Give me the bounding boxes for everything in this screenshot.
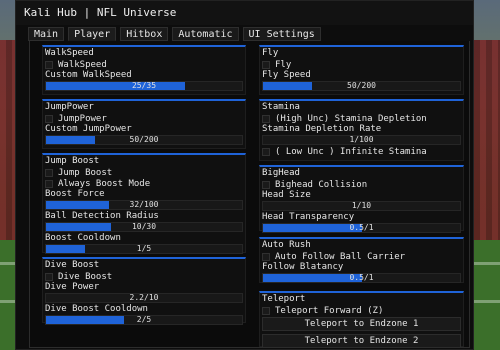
boost-cooldown-slider[interactable]: 1/5 (45, 244, 243, 254)
slider-value: 1/5 (136, 244, 152, 253)
dive-boost-cooldown-slider[interactable]: 2/5 (45, 315, 243, 325)
teleport-endzone-2-button[interactable]: Teleport to Endzone 2 (262, 334, 461, 348)
slider-label: Custom JumpPower (45, 124, 132, 134)
checkbox[interactable] (262, 180, 270, 189)
toggle-label: JumpPower (58, 113, 107, 124)
toggle-label: Teleport Forward (Z) (275, 305, 384, 316)
slider-value: 25/35 (131, 81, 157, 90)
checkbox[interactable] (45, 60, 53, 69)
ball-detection-radius-slider[interactable]: 10/30 (45, 222, 243, 232)
section-dive-boost: Dive Boost Dive Boost Dive Power 2.2/10 … (42, 257, 246, 325)
toggle-label: ( Low Unc ) Infinite Stamina (275, 146, 427, 157)
section-title: Jump Boost (45, 156, 100, 166)
walkspeed-toggle[interactable]: WalkSpeed (43, 59, 245, 70)
section-bighead: BigHead Bighead Collision Head Size 1/10… (259, 165, 464, 233)
checkbox[interactable] (262, 306, 270, 315)
slider-value: 50/200 (347, 81, 376, 90)
slider-label: Head Size (262, 190, 311, 200)
auto-follow-toggle[interactable]: Auto Follow Ball Carrier (260, 251, 463, 262)
slider-value: 2/5 (136, 315, 152, 324)
checkbox[interactable] (262, 147, 270, 156)
fly-toggle[interactable]: Fly (260, 59, 463, 70)
infinite-stamina-toggle[interactable]: ( Low Unc ) Infinite Stamina (260, 146, 463, 157)
always-boost-toggle[interactable]: Always Boost Mode (43, 178, 245, 189)
stamina-depletion-toggle[interactable]: (High Unc) Stamina Depletion (260, 113, 463, 124)
slider-value: 0.5/1 (349, 223, 374, 232)
toggle-label: Auto Follow Ball Carrier (275, 251, 406, 262)
slider-label: Stamina Depletion Rate (262, 124, 382, 134)
checkbox[interactable] (45, 114, 53, 123)
section-title: Fly (262, 48, 279, 58)
fly-speed-slider[interactable]: 50/200 (262, 81, 461, 91)
slider-value: 0.5/1 (349, 273, 374, 282)
tab-ui-settings[interactable]: UI Settings (242, 27, 321, 41)
slider-label: Boost Cooldown (45, 233, 121, 243)
section-title: JumpPower (45, 102, 94, 112)
toggle-label: Bighead Collision (275, 179, 368, 190)
bighead-collision-toggle[interactable]: Bighead Collision (260, 179, 463, 190)
slider-label: Custom WalkSpeed (45, 70, 132, 80)
slider-label: Head Transparency (262, 212, 355, 222)
jumppower-toggle[interactable]: JumpPower (43, 113, 245, 124)
checkbox[interactable] (262, 114, 270, 123)
head-size-slider[interactable]: 1/10 (262, 201, 461, 211)
slider-value: 10/30 (131, 222, 157, 231)
section-title: Stamina (262, 102, 300, 112)
tab-hitbox[interactable]: Hitbox (120, 27, 169, 41)
checkbox[interactable] (45, 272, 53, 281)
slider-value: 32/100 (129, 200, 159, 209)
toggle-label: WalkSpeed (58, 59, 107, 70)
follow-blatancy-slider[interactable]: 0.5/1 (262, 273, 461, 283)
section-fly: Fly Fly Fly Speed 50/200 (259, 45, 464, 95)
checkbox[interactable] (45, 168, 53, 177)
section-title: Dive Boost (45, 260, 100, 270)
tab-content: WalkSpeed WalkSpeed Custom WalkSpeed 25/… (29, 41, 470, 348)
slider-value: 1/100 (349, 135, 374, 144)
head-transparency-slider[interactable]: 0.5/1 (262, 223, 461, 233)
toggle-label: (High Unc) Stamina Depletion (275, 113, 427, 124)
tab-bar: Main Player Hitbox Automatic UI Settings (28, 27, 321, 41)
jump-boost-toggle[interactable]: Jump Boost (43, 167, 245, 178)
checkbox[interactable] (45, 179, 53, 188)
slider-label: Dive Power (45, 282, 100, 292)
checkbox[interactable] (262, 60, 270, 69)
slider-label: Fly Speed (262, 70, 311, 80)
section-jumppower: JumpPower JumpPower Custom JumpPower 50/… (42, 99, 246, 149)
custom-jumppower-slider[interactable]: 50/200 (45, 135, 243, 145)
boost-force-slider[interactable]: 32/100 (45, 200, 243, 210)
tab-player[interactable]: Player (68, 27, 117, 41)
checkbox[interactable] (262, 252, 270, 261)
section-teleport: Teleport Teleport Forward (Z) Teleport t… (259, 291, 464, 348)
section-stamina: Stamina (High Unc) Stamina Depletion Sta… (259, 99, 464, 161)
hub-window: Kali Hub | NFL Universe Main Player Hitb… (15, 0, 474, 350)
section-title: BigHead (262, 168, 300, 178)
slider-label: Ball Detection Radius (45, 211, 159, 221)
slider-label: Follow Blatancy (262, 262, 344, 272)
window-title[interactable]: Kali Hub | NFL Universe (16, 1, 473, 25)
toggle-label: Fly (275, 59, 292, 70)
slider-value: 1/10 (351, 201, 372, 210)
toggle-label: Dive Boost (58, 271, 113, 282)
slider-value: 50/200 (129, 135, 159, 144)
toggle-label: Jump Boost (58, 167, 113, 178)
section-jump-boost: Jump Boost Jump Boost Always Boost Mode … (42, 153, 246, 254)
section-title: Auto Rush (262, 240, 311, 250)
section-walkspeed: WalkSpeed WalkSpeed Custom WalkSpeed 25/… (42, 45, 246, 95)
section-title: WalkSpeed (45, 48, 94, 58)
slider-value: 2.2/10 (129, 293, 159, 302)
tab-automatic[interactable]: Automatic (172, 27, 239, 41)
dive-boost-toggle[interactable]: Dive Boost (43, 271, 245, 282)
stamina-depletion-rate-slider[interactable]: 1/100 (262, 135, 461, 145)
toggle-label: Always Boost Mode (58, 178, 151, 189)
teleport-forward-toggle[interactable]: Teleport Forward (Z) (260, 305, 463, 316)
custom-walkspeed-slider[interactable]: 25/35 (45, 81, 243, 91)
dive-power-slider[interactable]: 2.2/10 (45, 293, 243, 303)
slider-label: Dive Boost Cooldown (45, 304, 148, 314)
section-title: Teleport (262, 294, 306, 304)
section-auto-rush: Auto Rush Auto Follow Ball Carrier Follo… (259, 237, 464, 283)
teleport-endzone-1-button[interactable]: Teleport to Endzone 1 (262, 317, 461, 331)
slider-label: Boost Force (45, 189, 105, 199)
tab-main[interactable]: Main (28, 27, 65, 41)
